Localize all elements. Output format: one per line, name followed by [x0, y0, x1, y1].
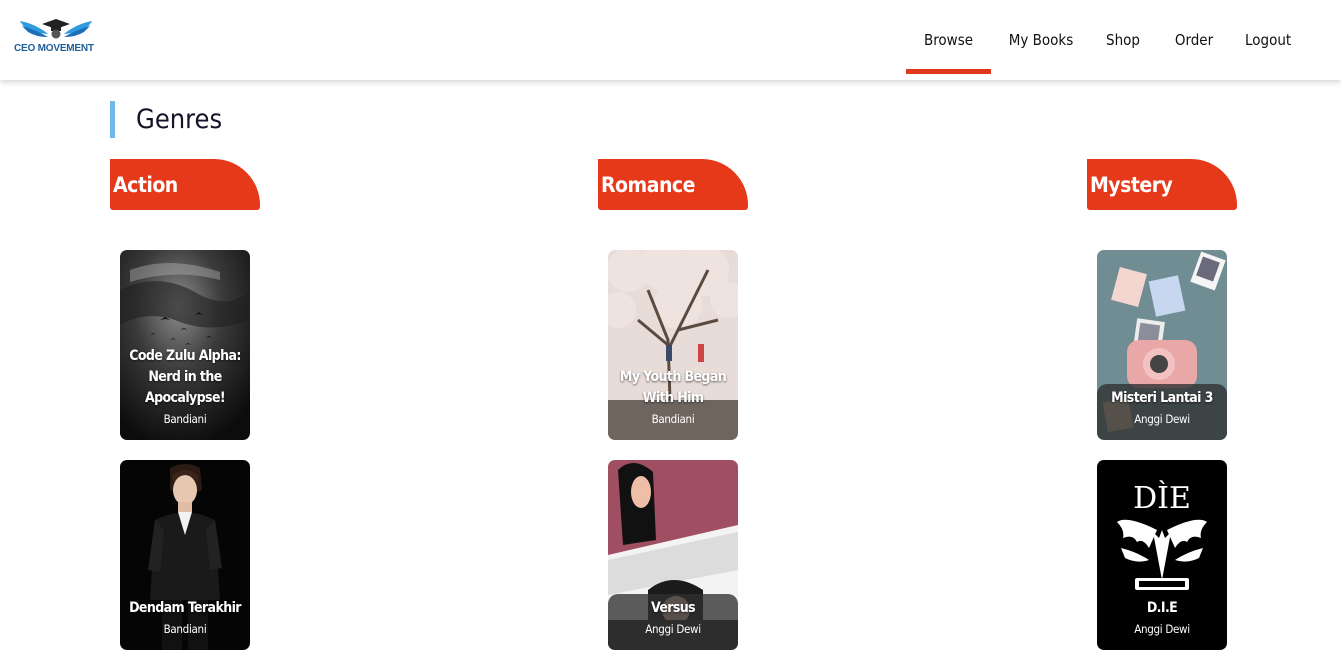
book-info: My Youth Began With Him Bandiani — [608, 363, 738, 440]
nav-shop[interactable]: Shop — [1091, 0, 1155, 80]
book-title: Versus — [650, 600, 696, 616]
book-author: Bandiani — [163, 622, 207, 636]
genre-column-mystery: Mystery Misteri Lantai 3 Anggi Dewi DÌE — [1087, 159, 1237, 650]
book-card[interactable]: DÌE D.I.E Anggi Dewi — [1097, 460, 1227, 650]
book-title: Code Zulu Alpha: Nerd in the Apocalypse! — [129, 348, 241, 406]
logo-text: CEO MOVEMENT — [14, 43, 94, 54]
main-nav: Browse My Books Shop Order Logout — [906, 0, 1341, 80]
graduation-cap-wings-icon — [20, 19, 92, 39]
book-title: My Youth Began With Him — [619, 369, 727, 406]
book-card[interactable]: Dendam Terakhir Bandiani — [120, 460, 250, 650]
book-author: Anggi Dewi — [1134, 622, 1190, 636]
nav-logout[interactable]: Logout — [1233, 0, 1341, 80]
book-author: Anggi Dewi — [1134, 412, 1190, 426]
book-info: Code Zulu Alpha: Nerd in the Apocalypse!… — [120, 342, 250, 440]
cover-title-text: DÌE — [1133, 480, 1191, 516]
top-navbar: CEO MOVEMENT Browse My Books Shop Order … — [0, 0, 1341, 80]
nav-order[interactable]: Order — [1155, 0, 1233, 80]
book-author: Bandiani — [163, 412, 207, 426]
book-info: Misteri Lantai 3 Anggi Dewi — [1097, 384, 1227, 440]
book-card[interactable]: Versus Anggi Dewi — [608, 460, 738, 650]
genre-tab-action[interactable]: Action — [110, 159, 260, 210]
book-title: D.I.E — [1146, 600, 1178, 616]
genre-tab-mystery[interactable]: Mystery — [1087, 159, 1237, 210]
book-title: Dendam Terakhir — [129, 600, 241, 616]
book-author: Anggi Dewi — [645, 622, 701, 636]
logo[interactable]: CEO MOVEMENT — [14, 16, 104, 56]
genre-column-romance: Romance My Youth Began With Him Bandiani — [598, 159, 748, 650]
book-title: Misteri Lantai 3 — [1111, 390, 1213, 406]
genre-column-action: Action Code Zulu Alpha: Nerd in the Apoc… — [110, 159, 260, 650]
book-card[interactable]: Code Zulu Alpha: Nerd in the Apocalypse!… — [120, 250, 250, 440]
page-title: Genres — [110, 101, 222, 138]
nav-my-books[interactable]: My Books — [991, 0, 1091, 80]
book-info: Versus Anggi Dewi — [608, 594, 738, 650]
nav-browse[interactable]: Browse — [906, 0, 991, 80]
book-info: Dendam Terakhir Bandiani — [120, 594, 250, 650]
book-card[interactable]: My Youth Began With Him Bandiani — [608, 250, 738, 440]
book-card[interactable]: Misteri Lantai 3 Anggi Dewi — [1097, 250, 1227, 440]
book-info: D.I.E Anggi Dewi — [1097, 594, 1227, 650]
book-author: Bandiani — [651, 412, 695, 426]
genre-tab-romance[interactable]: Romance — [598, 159, 748, 210]
